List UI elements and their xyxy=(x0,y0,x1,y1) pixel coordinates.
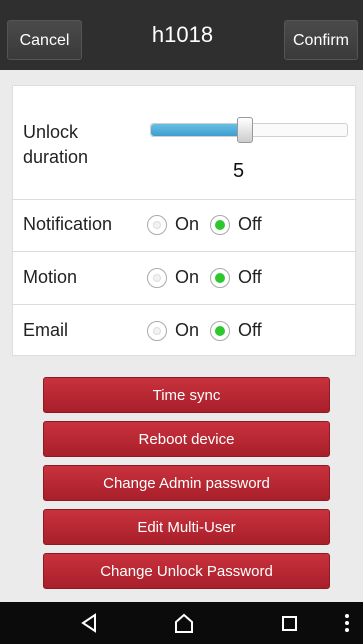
recents-icon[interactable] xyxy=(275,610,305,636)
motion-on-label: On xyxy=(175,267,200,287)
notification-off-label: Off xyxy=(238,214,262,234)
unlock-duration-slider[interactable] xyxy=(150,117,348,143)
email-on-label: On xyxy=(175,320,200,340)
confirm-button[interactable]: Confirm xyxy=(284,20,358,60)
motion-off-radio[interactable] xyxy=(210,268,230,288)
motion-label: Motion xyxy=(23,267,78,287)
unlock-duration-label: Unlock duration xyxy=(23,122,89,167)
notification-label: Notification xyxy=(23,214,113,234)
email-off-label: Off xyxy=(238,320,262,340)
home-icon[interactable] xyxy=(169,610,199,636)
top-bar: Cancel h1018 Confirm xyxy=(0,0,363,70)
email-off-radio[interactable] xyxy=(210,321,230,341)
unlock-duration-value: 5 xyxy=(233,160,245,182)
email-on-radio[interactable] xyxy=(147,321,167,341)
back-icon[interactable] xyxy=(75,610,105,636)
android-navigation-bar xyxy=(0,602,363,644)
notification-row: Notification On Off xyxy=(13,199,357,251)
unlock-duration-row: Unlock duration 5 xyxy=(13,86,357,199)
reboot-device-button[interactable]: Reboot device xyxy=(43,421,330,457)
notification-on-label: On xyxy=(175,214,200,234)
motion-row: Motion On Off xyxy=(13,251,357,304)
motion-off-label: Off xyxy=(238,267,262,287)
cancel-button[interactable]: Cancel xyxy=(7,20,82,60)
slider-fill xyxy=(151,124,243,136)
change-unlock-password-button[interactable]: Change Unlock Password xyxy=(43,553,330,589)
page-title: h1018 xyxy=(151,22,214,47)
notification-off-radio[interactable] xyxy=(210,215,230,235)
overflow-menu-icon[interactable] xyxy=(337,610,357,636)
settings-panel: Unlock duration 5 Notification On Off Mo… xyxy=(12,85,357,357)
slider-thumb[interactable] xyxy=(237,117,253,143)
time-sync-button[interactable]: Time sync xyxy=(43,377,330,413)
email-label: Email xyxy=(23,320,69,340)
change-admin-password-button[interactable]: Change Admin password xyxy=(43,465,330,501)
edit-multi-user-button[interactable]: Edit Multi-User xyxy=(43,509,330,545)
motion-on-radio[interactable] xyxy=(147,268,167,288)
notification-on-radio[interactable] xyxy=(147,215,167,235)
email-row: Email On Off xyxy=(13,304,357,357)
